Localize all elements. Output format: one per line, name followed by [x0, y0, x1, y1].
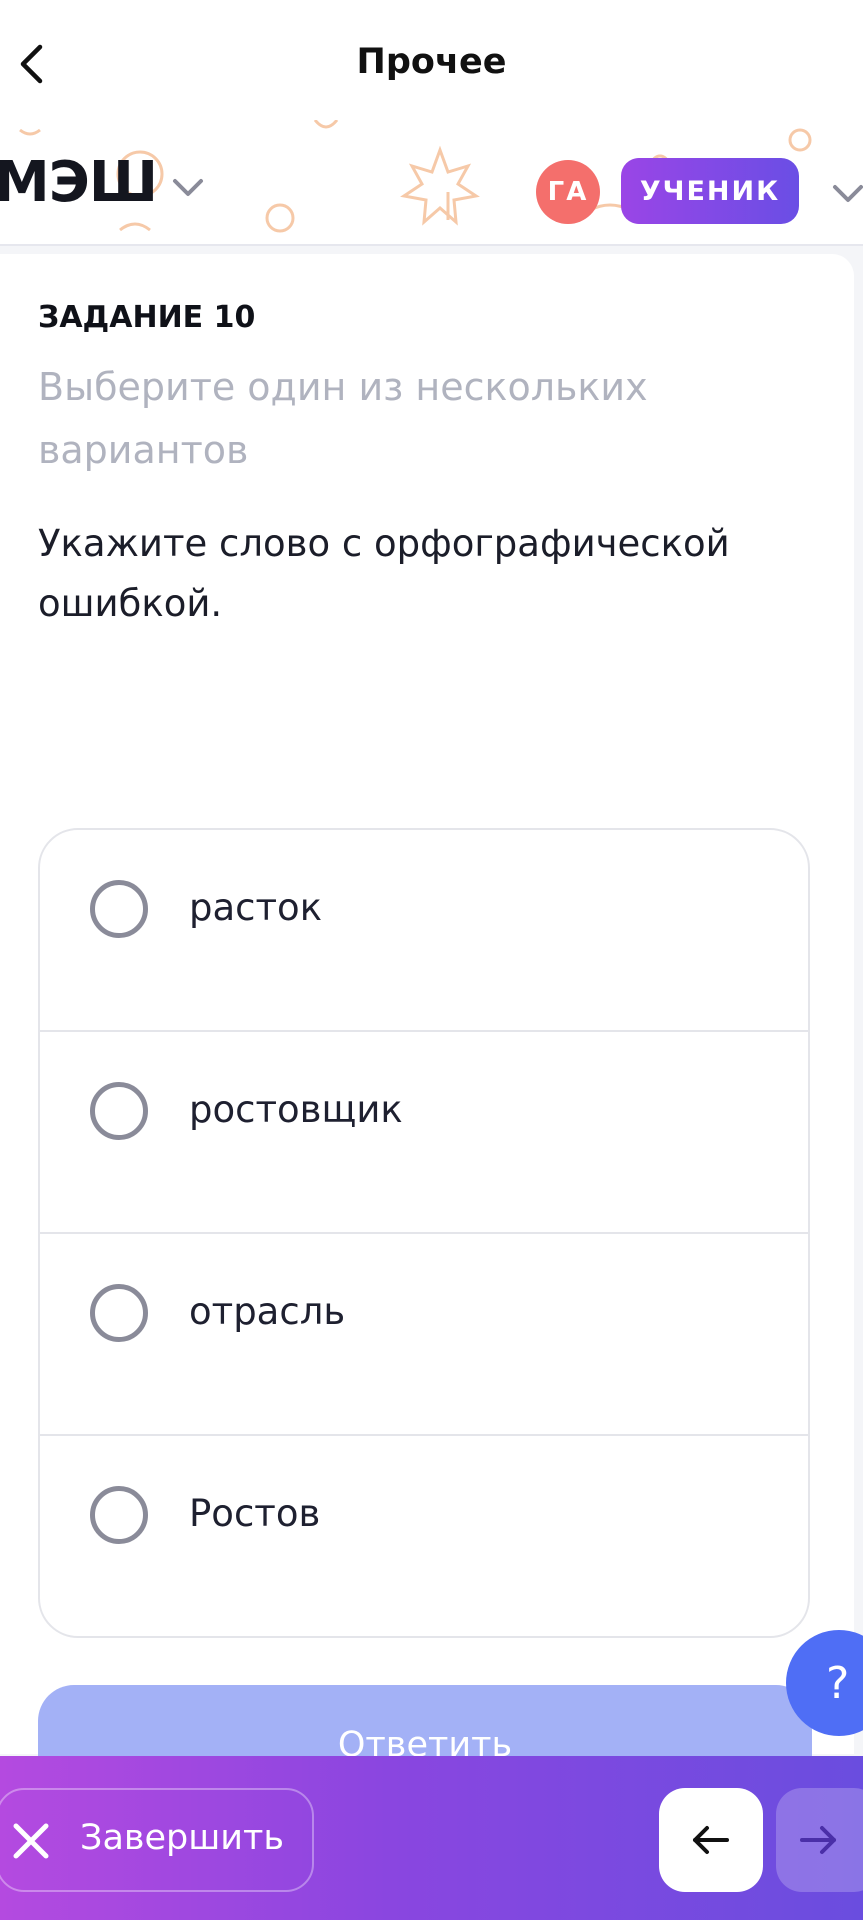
option-item[interactable]: отрасль: [40, 1234, 808, 1436]
brand-logo[interactable]: МЭШ: [0, 150, 158, 215]
option-label: расток: [189, 886, 323, 929]
role-badge[interactable]: УЧЕНИК: [621, 158, 799, 224]
option-item[interactable]: Ростов: [40, 1436, 808, 1636]
question-text: Укажите слово с орфографической ошибкой.: [38, 522, 730, 625]
next-button[interactable]: [776, 1788, 863, 1892]
chevron-down-icon[interactable]: [170, 176, 206, 200]
option-label: Ростов: [189, 1492, 321, 1535]
avatar[interactable]: ГА: [536, 160, 600, 224]
finish-button[interactable]: Завершить: [0, 1788, 314, 1892]
close-icon: [13, 1823, 49, 1859]
task-hint: Выберите один из нескольких вариантов: [38, 365, 648, 472]
option-label: отрасль: [189, 1290, 346, 1333]
option-item[interactable]: ростовщик: [40, 1032, 808, 1234]
option-label: ростовщик: [189, 1088, 403, 1131]
task-number: ЗАДАНИЕ 10: [38, 300, 256, 335]
screen: Прочее МЭШ ГА УЧЕНИК ЗАДАНИЕ 10 Выберите…: [0, 0, 863, 1920]
top-bar: Прочее: [0, 0, 863, 132]
radio-button[interactable]: [90, 1284, 148, 1342]
options-list: расток ростовщик отрасль Ростов: [38, 828, 810, 1638]
radio-button[interactable]: [90, 1082, 148, 1140]
option-item[interactable]: расток: [40, 830, 808, 1032]
page-title: Прочее: [356, 42, 507, 82]
radio-button[interactable]: [90, 1486, 148, 1544]
divider: [0, 244, 863, 246]
chevron-down-icon[interactable]: [830, 182, 863, 206]
arrow-left-icon: [693, 1826, 729, 1854]
previous-button[interactable]: [659, 1788, 763, 1892]
arrow-right-icon: [800, 1826, 836, 1854]
radio-button[interactable]: [90, 880, 148, 938]
finish-label: Завершить: [80, 1818, 285, 1858]
